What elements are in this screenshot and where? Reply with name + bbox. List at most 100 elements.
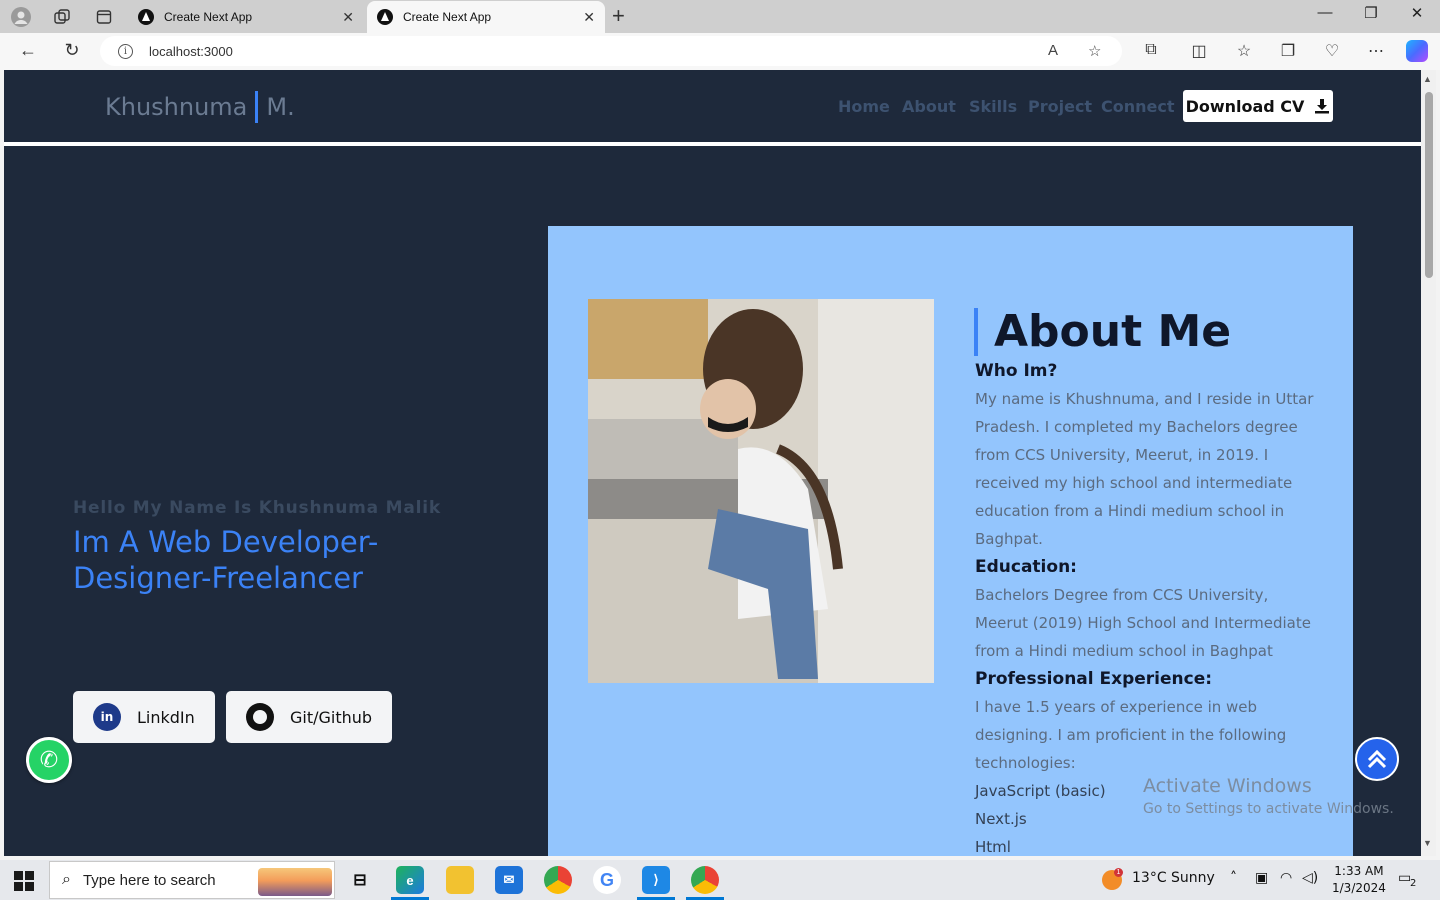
- logo-first-name: Khushnuma: [105, 93, 248, 121]
- task-view-icon[interactable]: ⊟: [346, 866, 374, 894]
- about-heading-bar: [974, 307, 978, 356]
- search-highlight-image: [258, 868, 332, 896]
- favorites-icon[interactable]: ☆: [1232, 41, 1256, 61]
- close-tab-icon[interactable]: ✕: [342, 9, 354, 26]
- logo-last-initial: M.: [266, 93, 295, 121]
- extensions-icon[interactable]: ⧉: [1139, 41, 1163, 59]
- linkedin-label: LinkdIn: [137, 707, 195, 727]
- tab-title: Create Next App: [164, 10, 253, 24]
- nav-home[interactable]: Home: [838, 97, 890, 116]
- chrome-icon[interactable]: [544, 866, 572, 894]
- header-divider: [4, 142, 1421, 146]
- tech-item: Html: [975, 838, 1011, 856]
- scroll-thumb[interactable]: [1425, 92, 1433, 278]
- notification-count: 2: [1410, 878, 1417, 889]
- experience-text: I have 1.5 years of experience in web de…: [975, 698, 1287, 772]
- nav-project[interactable]: Project: [1028, 97, 1092, 116]
- address-bar[interactable]: i localhost:3000 A ☆: [100, 36, 1122, 66]
- browser-tab-1[interactable]: Create Next App ✕: [128, 1, 364, 33]
- scroll-to-top-button[interactable]: [1355, 737, 1399, 781]
- tab-title: Create Next App: [403, 10, 492, 24]
- scroll-up-arrow-icon[interactable]: ▲: [1423, 74, 1432, 84]
- who-text: My name is Khushnuma, and I reside in Ut…: [975, 390, 1314, 548]
- education-text: Bachelors Degree from CCS University, Me…: [975, 586, 1311, 660]
- nav-connect[interactable]: Connect: [1101, 97, 1175, 116]
- activate-windows-watermark: Activate Windows Go to Settings to activ…: [1143, 775, 1394, 817]
- who-heading: Who Im?: [975, 361, 1058, 381]
- site-header: Khushnuma M. Home About Skills Project C…: [4, 70, 1421, 142]
- about-heading-text: About Me: [994, 306, 1232, 357]
- search-placeholder: Type here to search: [82, 871, 216, 889]
- hero-subtitle: Hello My Name Is Khushnuma Malik: [73, 498, 442, 518]
- hero-title: Im A Web Developer-Designer-Freelancer: [73, 525, 379, 595]
- close-tab-icon[interactable]: ✕: [583, 9, 595, 26]
- refresh-icon[interactable]: ↻: [60, 40, 84, 61]
- clock-time: 1:33 AM: [1334, 864, 1384, 878]
- github-icon: [246, 703, 274, 731]
- volume-icon[interactable]: ◁): [1302, 870, 1318, 886]
- activate-title: Activate Windows: [1143, 775, 1312, 797]
- linkedin-button[interactable]: in LinkdIn: [73, 691, 215, 743]
- double-chevron-up-icon: [1367, 749, 1387, 769]
- workspaces-icon[interactable]: [51, 6, 73, 28]
- site-info-icon[interactable]: i: [118, 43, 133, 59]
- address-bar-row: ← ↻ i localhost:3000 A ☆: [0, 33, 1440, 70]
- tab-actions-icon[interactable]: [93, 6, 115, 28]
- new-tab-button[interactable]: +: [612, 5, 625, 27]
- minimize-button[interactable]: —: [1302, 4, 1348, 21]
- google-icon[interactable]: G: [593, 866, 621, 894]
- read-aloud-icon[interactable]: A: [1048, 42, 1058, 59]
- weather-text[interactable]: 13°C Sunny: [1132, 870, 1215, 886]
- back-icon[interactable]: ←: [16, 40, 40, 61]
- browser-tab-bar: Create Next App ✕ Create Next App ✕ + — …: [0, 0, 1440, 33]
- nav-skills[interactable]: Skills: [969, 97, 1017, 116]
- github-button[interactable]: Git/Github: [226, 691, 393, 743]
- edge-icon[interactable]: e: [396, 866, 424, 894]
- meet-now-icon[interactable]: ▣: [1255, 870, 1268, 886]
- nextjs-favicon-icon: [377, 9, 393, 25]
- settings-more-icon[interactable]: ⋯: [1364, 41, 1388, 61]
- experience-heading: Professional Experience:: [975, 669, 1213, 689]
- vscode-icon[interactable]: ⟩: [642, 866, 670, 894]
- scroll-down-arrow-icon[interactable]: ▼: [1423, 838, 1432, 848]
- browser-tab-2[interactable]: Create Next App ✕: [367, 1, 605, 33]
- download-cv-button[interactable]: Download CV: [1183, 90, 1333, 122]
- page-viewport: Khushnuma M. Home About Skills Project C…: [4, 70, 1421, 856]
- maximize-button[interactable]: ❐: [1348, 4, 1394, 22]
- nav-about[interactable]: About: [902, 97, 956, 116]
- wifi-icon[interactable]: ◠: [1280, 870, 1292, 886]
- url-text[interactable]: localhost:3000: [149, 44, 233, 59]
- activate-subtitle: Go to Settings to activate Windows.: [1143, 801, 1394, 817]
- collections-icon[interactable]: ❐: [1276, 41, 1300, 61]
- copilot-icon[interactable]: [1406, 40, 1428, 62]
- profile-photo: [588, 299, 934, 683]
- search-icon: ⌕: [62, 871, 71, 888]
- browser-essentials-icon[interactable]: ♡: [1320, 41, 1344, 61]
- file-explorer-icon[interactable]: [446, 866, 474, 894]
- windows-taskbar: ⌕ Type here to search ⊟ e ✉ G ⟩ 1 13°C S…: [0, 860, 1440, 900]
- windows-start-icon[interactable]: [14, 871, 34, 891]
- weather-alert-badge: 1: [1114, 868, 1123, 877]
- about-section: About Me Who Im? My name is Khushnuma, a…: [548, 226, 1353, 856]
- site-logo[interactable]: Khushnuma M.: [105, 90, 295, 124]
- taskbar-clock[interactable]: 1:33 AM 1/3/2024: [1332, 863, 1386, 897]
- education-heading: Education:: [975, 557, 1077, 577]
- favorite-star-icon[interactable]: ☆: [1088, 42, 1101, 60]
- linkedin-icon: in: [93, 703, 121, 731]
- github-label: Git/Github: [290, 707, 373, 727]
- whatsapp-icon[interactable]: ✆: [26, 737, 72, 783]
- page-scrollbar[interactable]: ▲ ▼: [1421, 70, 1436, 856]
- clock-date: 1/3/2024: [1332, 881, 1386, 895]
- download-icon: [1315, 99, 1330, 114]
- close-window-button[interactable]: ✕: [1394, 4, 1440, 22]
- download-cv-label: Download CV: [1185, 96, 1305, 116]
- show-hidden-icons-icon[interactable]: ˄: [1230, 870, 1237, 886]
- profile-icon[interactable]: [10, 6, 32, 28]
- about-heading: About Me: [974, 306, 1231, 357]
- mail-icon[interactable]: ✉: [495, 866, 523, 894]
- chrome-icon[interactable]: [691, 866, 719, 894]
- nextjs-favicon-icon: [138, 9, 154, 25]
- split-screen-icon[interactable]: ◫: [1187, 41, 1211, 61]
- logo-divider: [255, 91, 259, 123]
- taskbar-search[interactable]: ⌕ Type here to search: [49, 861, 335, 899]
